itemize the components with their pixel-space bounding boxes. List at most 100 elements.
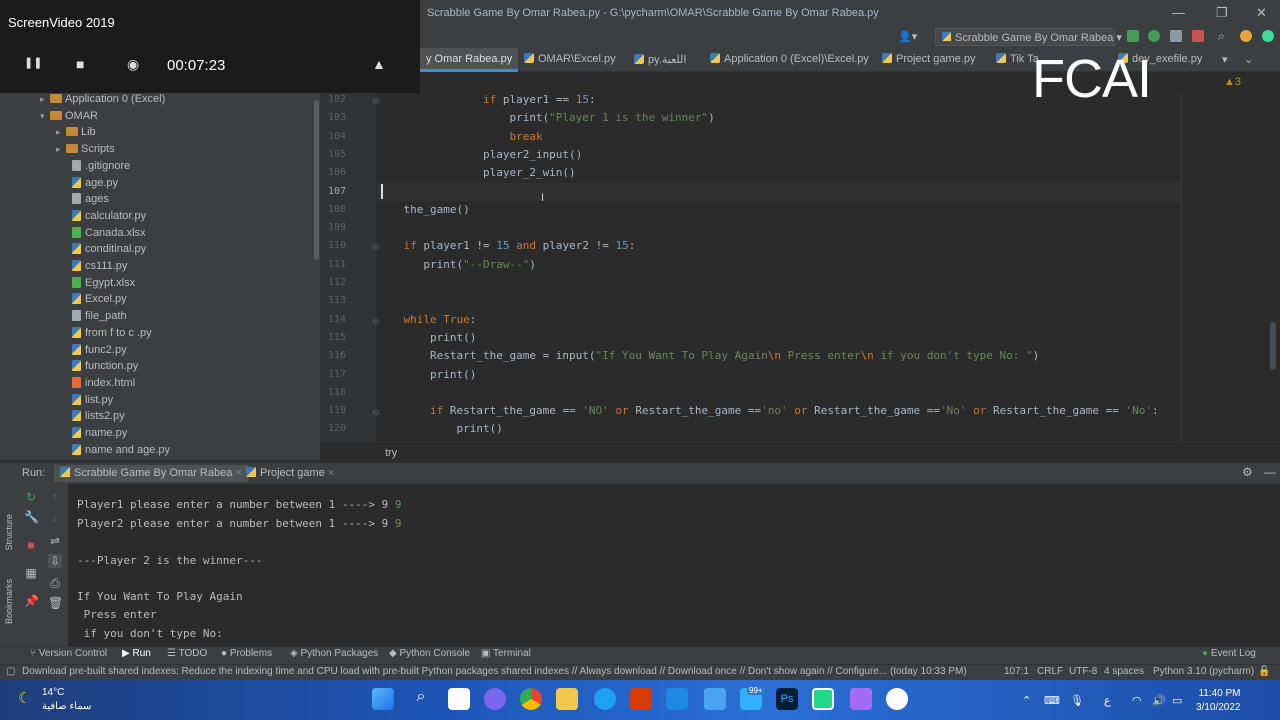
tree-item[interactable]: .gitignore [0, 159, 130, 177]
coverage-icon[interactable] [1170, 30, 1182, 42]
weather-widget[interactable]: 14°C سماء صافية [42, 686, 91, 714]
tray-chevron-icon[interactable]: ⌃ [1022, 694, 1031, 707]
pin-icon[interactable]: 📌 [24, 594, 39, 608]
task-view-icon[interactable] [448, 688, 470, 710]
jetbrains-icon[interactable] [1262, 30, 1274, 42]
code-line[interactable]: print() [377, 331, 476, 344]
pycharm-icon[interactable] [812, 688, 834, 710]
code-line[interactable]: Restart_the_game = input("If You Want To… [377, 349, 1039, 362]
tree-item[interactable]: calculator.py [0, 209, 146, 227]
wifi-icon[interactable]: ◠ [1132, 694, 1142, 707]
soft-wrap-icon[interactable]: ⇌ [48, 534, 62, 548]
chrome-icon[interactable] [520, 688, 542, 710]
event-log-button[interactable]: ● Event Log [1202, 648, 1256, 659]
tree-item[interactable]: Egypt.xlsx [0, 276, 135, 294]
tree-item[interactable]: ages [0, 193, 109, 210]
start-icon[interactable] [372, 688, 394, 710]
stop-recording-icon[interactable]: ■ [76, 56, 84, 72]
cursor-position[interactable]: 107:1 [1004, 666, 1029, 677]
language-indicator[interactable]: ع [1104, 694, 1111, 707]
breadcrumb-item[interactable]: try [385, 447, 397, 459]
editor-scrollbar[interactable] [1270, 322, 1276, 370]
fold-icon[interactable]: ⊖ [372, 407, 380, 418]
code-line[interactable]: player2_input() [377, 148, 582, 161]
code-line[interactable]: the_game() [377, 203, 469, 216]
scroll-up-icon[interactable]: ↑ [48, 490, 62, 504]
lock-icon[interactable]: 🔓 [1258, 666, 1270, 677]
scroll-to-end-icon[interactable]: ⇩ [48, 554, 62, 568]
tree-item[interactable]: ▸ Application 0 (Excel) [0, 93, 165, 110]
more-tabs-chevron-icon[interactable]: ⌄ [1244, 53, 1253, 66]
debug-icon[interactable] [1148, 30, 1160, 42]
photoshop-icon[interactable]: Ps [776, 688, 798, 710]
clock[interactable]: 11:40 PM 3/10/2022 [1196, 687, 1241, 715]
edge-icon[interactable] [594, 688, 616, 710]
rerun-icon[interactable] [1127, 30, 1139, 42]
code-line[interactable]: print("--Draw--") [377, 258, 536, 271]
update-icon[interactable] [1240, 30, 1252, 42]
collapse-icon[interactable]: ▲ [372, 56, 386, 72]
inspection-warnings[interactable]: ▲3 [1224, 76, 1241, 88]
chevron-down-icon[interactable]: ▾ [40, 111, 50, 122]
rerun-icon[interactable]: ↻ [24, 490, 38, 504]
tree-item[interactable]: index.html [0, 376, 135, 394]
run-config-selector[interactable]: Scrabble Game By Omar Rabea ▾ [935, 28, 1122, 46]
webcam-icon[interactable]: ◉ [127, 56, 139, 73]
status-message[interactable]: Download pre-built shared indexes: Reduc… [22, 666, 972, 677]
search-icon[interactable]: ⌕ [410, 688, 432, 710]
tree-item[interactable]: file_path [0, 310, 127, 327]
run-tab-project-game[interactable]: Project game × [240, 465, 340, 482]
code-line[interactable]: print() [377, 368, 476, 381]
volume-icon[interactable]: 🔊 [1152, 694, 1166, 707]
tree-item[interactable]: Canada.xlsx [0, 226, 146, 244]
python-interpreter[interactable]: Python 3.10 (pycharm) [1153, 666, 1254, 677]
tool-tab-python-console[interactable]: ◆ Python Console [389, 648, 470, 659]
scroll-down-icon[interactable]: ↓ [48, 510, 62, 524]
mail-icon[interactable] [704, 688, 726, 710]
tree-item[interactable]: ▸ Scripts [0, 143, 115, 160]
hide-panel-icon[interactable]: — [1264, 465, 1276, 479]
structure-tab[interactable]: Structure [4, 514, 14, 551]
tree-item[interactable]: func2.py [0, 343, 127, 361]
store-icon[interactable] [666, 688, 688, 710]
tool-tab-todo[interactable]: ☰ TODO [167, 648, 207, 659]
settings-gear-icon[interactable]: ⚙ [1242, 465, 1253, 479]
tool-tab-terminal[interactable]: ▣ Terminal [481, 648, 531, 659]
indent-setting[interactable]: 4 spaces [1104, 666, 1144, 677]
code-line[interactable]: if player1 == 15: [377, 93, 596, 106]
tree-item[interactable]: lists2.py [0, 410, 125, 427]
run-tab-scrabble[interactable]: Scrabble Game By Omar Rabea × [54, 465, 248, 482]
tree-item[interactable]: function.py [0, 360, 138, 377]
visual-studio-icon[interactable] [850, 688, 872, 710]
minimize-button[interactable]: — [1172, 5, 1185, 20]
tab-omar-excel[interactable]: OMAR\Excel.py [518, 48, 622, 72]
fold-icon[interactable]: ⊖ [372, 316, 380, 327]
chevron-right-icon[interactable]: ▸ [56, 144, 66, 155]
office-icon[interactable] [630, 688, 652, 710]
fold-icon[interactable]: ⊖ [372, 242, 380, 253]
line-separator[interactable]: CRLF [1037, 666, 1063, 677]
pause-icon[interactable]: ❚❚ [24, 56, 42, 69]
tab-project-game[interactable]: Project game.py [876, 48, 981, 72]
project-tree-scrollbar[interactable] [314, 100, 319, 260]
tree-item[interactable]: ▸ Lib [0, 126, 96, 143]
recorder-app-icon[interactable] [886, 688, 908, 710]
tab-list-chevron-icon[interactable]: ▾ [1222, 53, 1228, 66]
close-button[interactable]: ✕ [1256, 5, 1267, 21]
fold-icon[interactable]: ⊖ [372, 96, 380, 107]
tool-tab-run[interactable]: ▶ Run [122, 648, 151, 659]
chevron-right-icon[interactable]: ▸ [56, 127, 66, 138]
mic-icon[interactable]: 🎙 [1070, 694, 1084, 707]
tree-item[interactable]: conditinal.py [0, 243, 146, 260]
layout-icon[interactable]: ▦ [24, 566, 38, 580]
chat-icon[interactable] [484, 688, 506, 710]
tree-item[interactable]: age.py [0, 176, 118, 194]
code-line[interactable]: print("Player 1 is the winner") [377, 111, 714, 124]
close-tab-icon[interactable]: × [328, 467, 334, 479]
tool-tab-version-control[interactable]: ⑂ Version Control [30, 648, 107, 659]
tab-application-excel[interactable]: Application 0 (Excel)\Excel.py [704, 48, 875, 72]
tool-tab-python-packages[interactable]: ◈ Python Packages [290, 648, 378, 659]
battery-icon[interactable]: ▭ [1172, 694, 1182, 707]
search-icon[interactable]: ⌕ [1218, 29, 1225, 44]
tree-item[interactable]: name and age.py [0, 443, 170, 461]
